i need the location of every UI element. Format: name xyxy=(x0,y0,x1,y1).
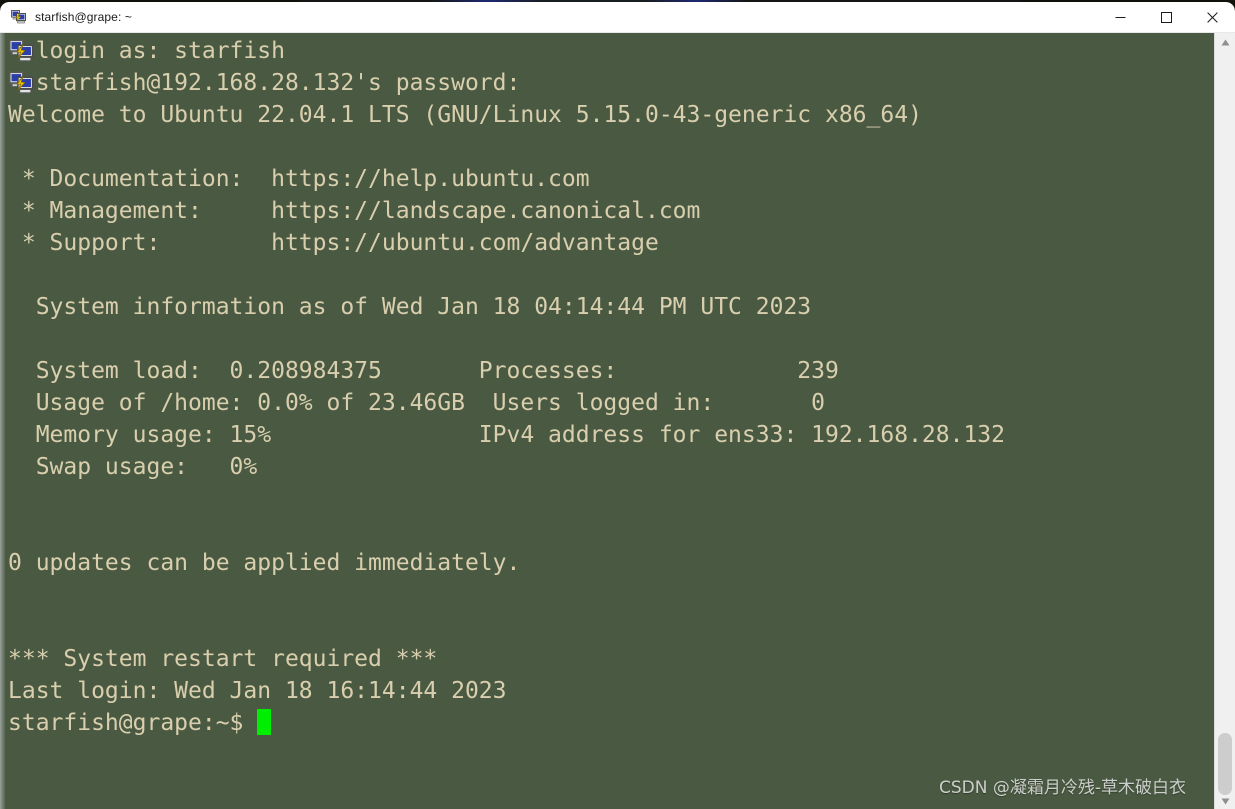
terminal-screen[interactable]: login as: starfish starfish@192.168.28.1… xyxy=(5,33,1214,809)
window-title: starfish@grape: ~ xyxy=(35,10,132,24)
terminal-cursor xyxy=(257,709,272,735)
terminal-line: Usage of /home: 0.0% of 23.46GB Users lo… xyxy=(8,390,825,416)
terminal-line: starfish@192.168.28.132's password: xyxy=(8,70,521,96)
scroll-down-arrow-icon[interactable] xyxy=(1215,792,1235,809)
close-icon xyxy=(1206,11,1218,23)
terminal-line: System load: 0.208984375 Processes: 239 xyxy=(8,358,839,384)
terminal-line: * Support: https://ubuntu.com/advantage xyxy=(8,230,659,256)
terminal-line: Memory usage: 15% IPv4 address for ens33… xyxy=(8,422,1005,448)
minimize-icon xyxy=(1115,16,1125,18)
maximize-button[interactable] xyxy=(1143,2,1189,32)
terminal-line: * Documentation: https://help.ubuntu.com xyxy=(8,166,590,192)
watermark: CSDN @凝霜月冷残-草木破白衣 xyxy=(938,778,1186,798)
maximize-icon xyxy=(1160,11,1172,23)
window-body: login as: starfish starfish@192.168.28.1… xyxy=(0,33,1235,809)
window-controls xyxy=(1097,2,1235,32)
terminal-line: Swap usage: 0% xyxy=(8,454,258,480)
minimize-button[interactable] xyxy=(1097,2,1143,32)
putty-terminal-window: starfish@grape: ~ login as: starfish sta… xyxy=(0,2,1235,809)
putty-icon xyxy=(9,38,35,64)
shell-prompt: starfish@grape:~$ xyxy=(8,710,258,736)
terminal-line: * Management: https://landscape.canonica… xyxy=(8,198,701,224)
window-titlebar[interactable]: starfish@grape: ~ xyxy=(0,2,1235,33)
scroll-thumb[interactable] xyxy=(1218,733,1232,795)
terminal-output: login as: starfish starfish@192.168.28.1… xyxy=(8,35,1005,739)
terminal-scrollbar[interactable] xyxy=(1214,33,1235,809)
terminal-line: *** System restart required *** xyxy=(8,646,438,672)
terminal-line: login as: starfish xyxy=(8,38,285,64)
scroll-up-arrow-icon[interactable] xyxy=(1215,33,1235,51)
terminal-line: Welcome to Ubuntu 22.04.1 LTS (GNU/Linux… xyxy=(8,102,922,128)
terminal-line: 0 updates can be applied immediately. xyxy=(8,550,521,576)
scrollbar-track[interactable] xyxy=(1215,51,1235,792)
terminal-line: Last login: Wed Jan 18 16:14:44 2023 xyxy=(8,678,507,704)
close-button[interactable] xyxy=(1189,2,1235,32)
terminal-line: System information as of Wed Jan 18 04:1… xyxy=(8,294,812,320)
terminal-prompt-line: starfish@grape:~$ xyxy=(8,707,1005,739)
putty-icon xyxy=(9,70,35,96)
putty-icon xyxy=(11,9,27,25)
